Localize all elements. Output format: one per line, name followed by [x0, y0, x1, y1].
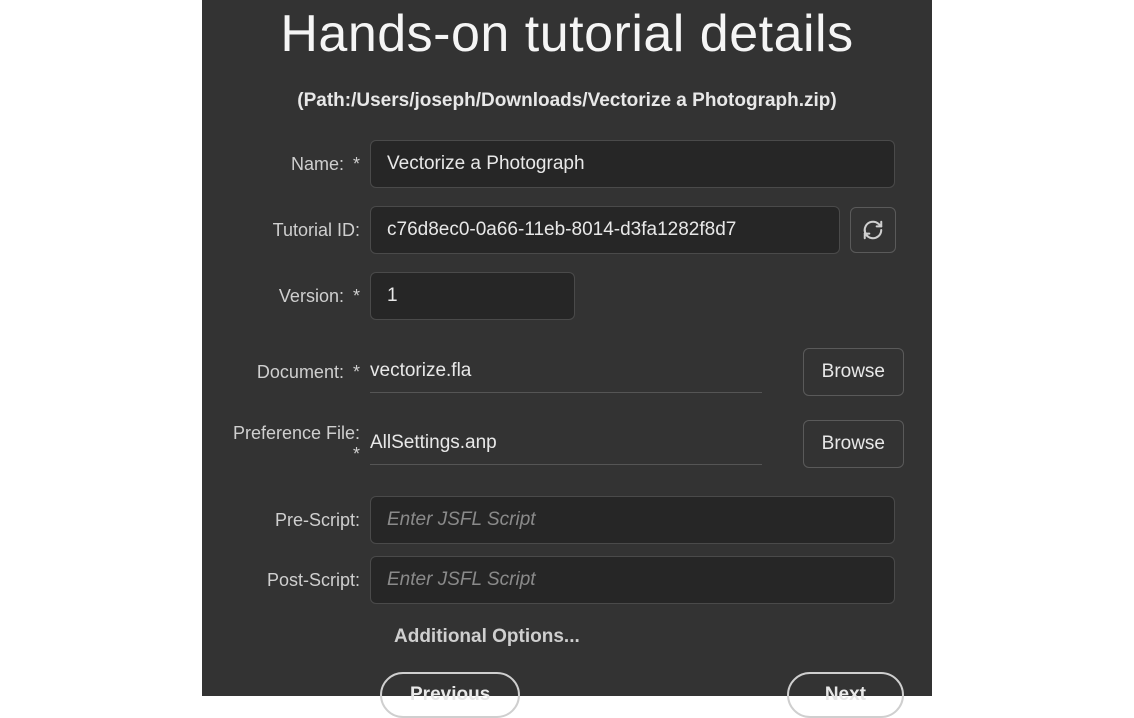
- label-preference-file: Preference File: *: [230, 423, 370, 465]
- label-document-text: Document:: [257, 362, 344, 382]
- label-version: Version: *: [230, 286, 370, 307]
- pre-script-input[interactable]: [370, 496, 895, 544]
- next-button[interactable]: Next: [787, 672, 904, 718]
- label-pre-script: Pre-Script:: [230, 510, 370, 531]
- tutorial-path: (Path:/Users/joseph/Downloads/Vectorize …: [202, 90, 932, 112]
- row-name: Name: *: [230, 140, 904, 188]
- label-name: Name: *: [230, 154, 370, 175]
- row-version: Version: *: [230, 272, 904, 320]
- row-document: Document: * vectorize.fla Browse: [230, 348, 904, 396]
- preference-file-field[interactable]: AllSettings.anp: [370, 424, 762, 465]
- tutorial-details-panel: Hands-on tutorial details (Path:/Users/j…: [202, 0, 932, 696]
- label-name-text: Name:: [291, 154, 344, 174]
- version-input[interactable]: [370, 272, 575, 320]
- label-tutorial-id: Tutorial ID:: [230, 220, 370, 241]
- refresh-icon: [862, 219, 884, 241]
- row-tutorial-id: Tutorial ID:: [230, 206, 904, 254]
- previous-button[interactable]: Previous: [380, 672, 520, 718]
- label-document: Document: *: [230, 362, 370, 383]
- tutorial-id-input[interactable]: [370, 206, 840, 254]
- required-marker: *: [353, 362, 360, 382]
- row-pre-script: Pre-Script:: [230, 496, 904, 544]
- required-marker: *: [353, 286, 360, 306]
- row-preference-file: Preference File: * AllSettings.anp Brows…: [230, 420, 904, 468]
- label-post-script: Post-Script:: [230, 570, 370, 591]
- tutorial-form: Name: * Tutorial ID: Version:: [202, 140, 932, 648]
- refresh-id-button[interactable]: [850, 207, 896, 253]
- label-version-text: Version:: [279, 286, 344, 306]
- document-field[interactable]: vectorize.fla: [370, 352, 762, 393]
- page-title: Hands-on tutorial details: [202, 4, 932, 64]
- post-script-input[interactable]: [370, 556, 895, 604]
- name-input[interactable]: [370, 140, 895, 188]
- row-post-script: Post-Script:: [230, 556, 904, 604]
- browse-preference-button[interactable]: Browse: [803, 420, 904, 468]
- additional-options-button[interactable]: Additional Options...: [394, 626, 580, 648]
- label-preference-file-text: Preference File:: [233, 423, 360, 443]
- required-marker: *: [353, 444, 360, 464]
- nav-row: Previous Next: [202, 672, 932, 718]
- browse-document-button[interactable]: Browse: [803, 348, 904, 396]
- required-marker: *: [353, 154, 360, 174]
